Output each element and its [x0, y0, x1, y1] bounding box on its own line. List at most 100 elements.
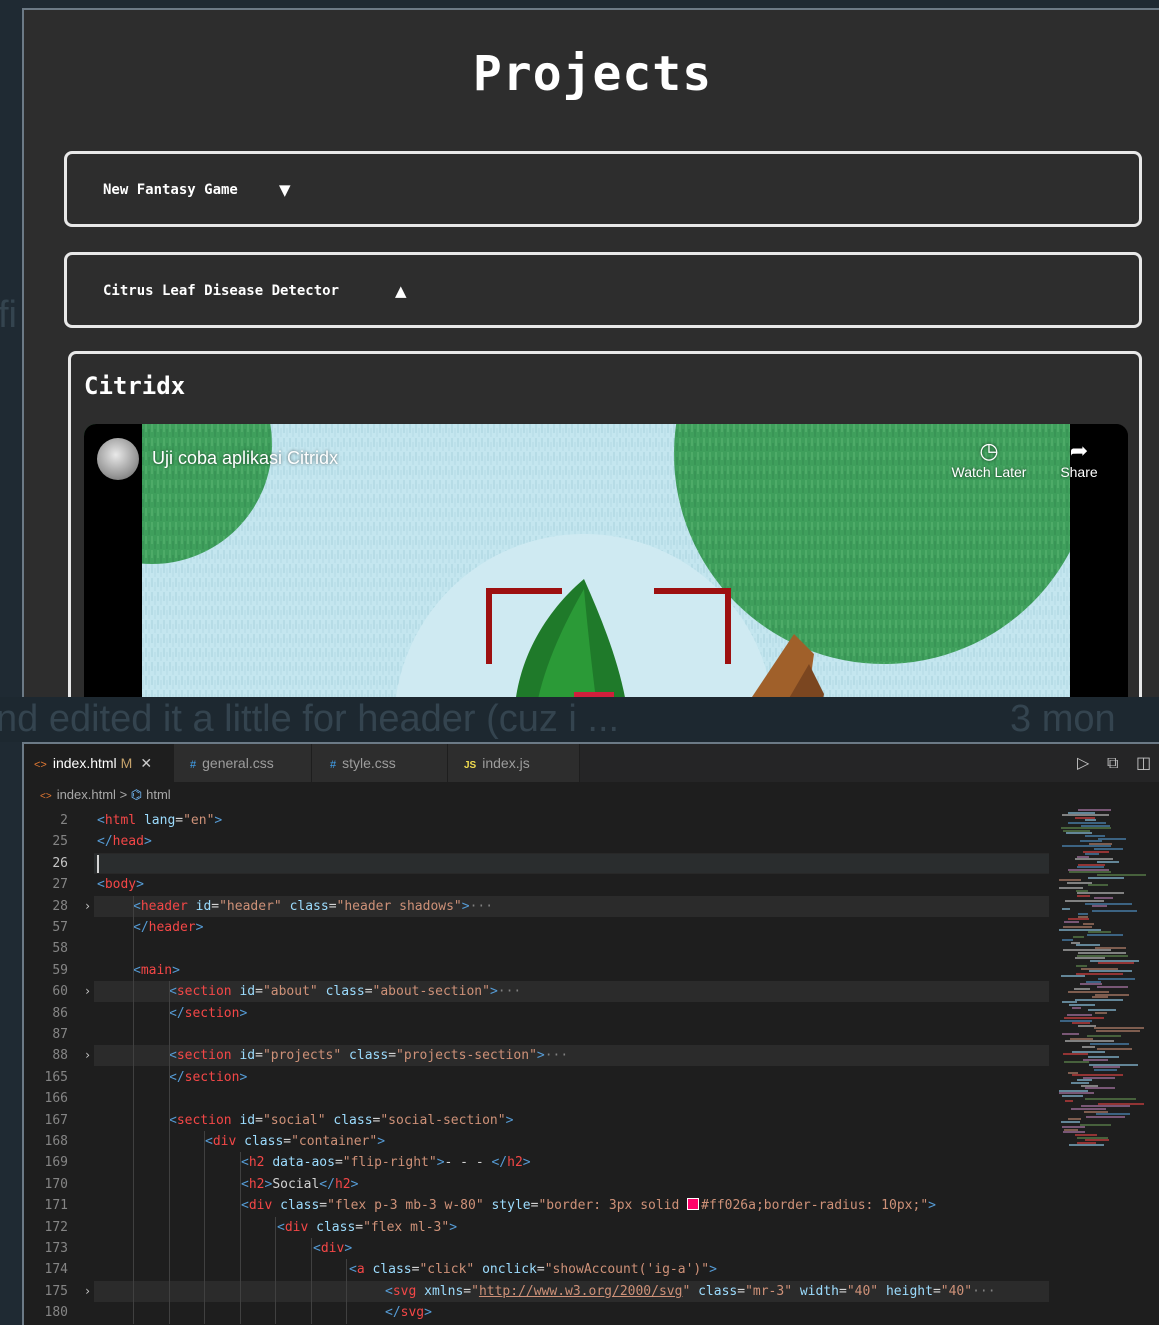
- background-text-right: 3 mon: [1010, 698, 1116, 740]
- code-editor-window: <> index.html M ✕ # general.css # style.css J…: [22, 742, 1159, 1325]
- html-icon: <>: [34, 759, 47, 771]
- editor-tab-bar: <> index.html M ✕ # general.css # style.css J…: [24, 744, 1159, 782]
- accordion-new-fantasy-game[interactable]: New Fantasy Game ▼: [64, 151, 1142, 227]
- line-number: 86: [52, 1005, 68, 1021]
- tab-general-css[interactable]: # general.css: [174, 744, 312, 782]
- tab-label: index.js: [482, 755, 530, 771]
- compare-changes-icon[interactable]: ⧉: [1107, 744, 1118, 782]
- line-number: 27: [52, 877, 68, 893]
- minimap-line: [1090, 1043, 1129, 1045]
- minimap-line: [1092, 910, 1137, 913]
- line-gutter: 172: [24, 1217, 94, 1238]
- line-number: 168: [44, 1134, 68, 1149]
- breadcrumb: <> index.html > ⌬ html: [40, 784, 171, 806]
- code-line[interactable]: <header id="header" class="header shadow…: [133, 896, 493, 917]
- channel-avatar[interactable]: [97, 438, 139, 480]
- current-line-highlight: [94, 852, 1049, 874]
- line-number: 59: [52, 962, 68, 978]
- line-number: 171: [44, 1198, 68, 1214]
- code-line[interactable]: <a class="click" onclick="showAccount('i…: [349, 1259, 717, 1280]
- minimap-line: [1062, 1095, 1083, 1097]
- code-line[interactable]: <div>: [313, 1238, 352, 1259]
- code-line[interactable]: </head>: [97, 831, 152, 852]
- project-panel: Citridx Uji coba aplikasi Citridx ◷ Watc…: [68, 351, 1142, 699]
- share-label: Share: [1060, 464, 1098, 480]
- code-area[interactable]: 2 <html lang="en"> 25 </head> 26 27 <body> 28 › <…: [24, 810, 1054, 1325]
- breadcrumb-node[interactable]: html: [146, 787, 171, 802]
- fold-chevron-icon[interactable]: ›: [85, 896, 90, 917]
- minimap-line: [1088, 884, 1108, 887]
- caret-down-icon: ▼: [279, 181, 291, 199]
- close-icon[interactable]: ✕: [140, 755, 152, 771]
- tab-index-html[interactable]: <> index.html M ✕: [24, 744, 174, 782]
- line-number: 58: [52, 941, 68, 957]
- code-line[interactable]: <svg xmlns="http://www.w3.org/2000/svg" …: [385, 1281, 996, 1302]
- minimap-line: [1098, 837, 1126, 840]
- fold-chevron-icon[interactable]: ›: [85, 1045, 90, 1066]
- indent-guide: [311, 1238, 312, 1324]
- share-arrow-icon: ➦: [1069, 438, 1089, 463]
- minimap-line: [1095, 1011, 1107, 1014]
- line-number: 165: [44, 1069, 68, 1085]
- code-line[interactable]: </section>: [169, 1003, 247, 1024]
- run-icon[interactable]: ▷: [1077, 744, 1089, 782]
- code-line[interactable]: <section id="social" class="social-secti…: [169, 1110, 513, 1131]
- minimap-line: [1064, 1061, 1089, 1064]
- minimap-line: [1098, 978, 1135, 980]
- minimap-line: [1064, 920, 1079, 923]
- video-player[interactable]: Uji coba aplikasi Citridx ◷ Watch Later …: [84, 424, 1128, 699]
- breadcrumb-file[interactable]: index.html: [57, 787, 116, 802]
- line-gutter: 58: [24, 938, 94, 959]
- line-number: 173: [44, 1241, 68, 1256]
- background-text-edge: fi: [0, 294, 17, 336]
- accordion-label: Citrus Leaf Disease Detector: [103, 283, 340, 299]
- line-gutter: 86: [24, 1003, 94, 1024]
- project-title: Citridx: [84, 372, 186, 400]
- minimap-line: [1069, 1144, 1104, 1147]
- line-number: 180: [44, 1305, 68, 1321]
- split-editor-icon[interactable]: ◫: [1136, 744, 1151, 782]
- code-line[interactable]: <main>: [133, 960, 180, 981]
- line-gutter: 169: [24, 1152, 94, 1173]
- accordion-label: New Fantasy Game: [103, 182, 238, 198]
- code-line[interactable]: <h2 data-aos="flip-right">- - - </h2>: [241, 1152, 531, 1173]
- code-line[interactable]: </svg>: [385, 1302, 432, 1323]
- line-gutter: 175 ›: [24, 1281, 94, 1302]
- code-line[interactable]: <body>: [97, 874, 144, 895]
- line-number: 174: [44, 1262, 68, 1278]
- tab-index-js[interactable]: JS index.js: [448, 744, 580, 782]
- js-icon: JS: [464, 760, 477, 771]
- line-number: 2: [60, 813, 68, 828]
- share-button[interactable]: ➦ Share: [1039, 438, 1119, 480]
- watch-later-button[interactable]: ◷ Watch Later: [944, 438, 1034, 480]
- video-title[interactable]: Uji coba aplikasi Citridx: [152, 448, 338, 469]
- code-line[interactable]: </section>: [169, 1067, 247, 1088]
- code-line[interactable]: <section id="projects" class="projects-s…: [169, 1045, 568, 1066]
- tab-style-css[interactable]: # style.css: [312, 744, 448, 782]
- minimap-line: [1062, 907, 1070, 910]
- watch-later-label: Watch Later: [951, 464, 1027, 480]
- accordion-citrus-leaf-disease-detector[interactable]: Citrus Leaf Disease Detector ▲: [64, 252, 1142, 328]
- fold-chevron-icon[interactable]: ›: [85, 981, 90, 1002]
- page-title: Projects: [472, 46, 713, 102]
- line-gutter: 28 ›: [24, 896, 94, 917]
- minimap[interactable]: [1054, 804, 1154, 1324]
- code-line[interactable]: <div class="container">: [205, 1131, 385, 1152]
- minimap-line: [1092, 905, 1107, 908]
- minimap-line: [1061, 1121, 1080, 1123]
- caret-up-icon: ▲: [395, 282, 407, 300]
- code-line[interactable]: <section id="about" class="about-section…: [169, 981, 521, 1002]
- line-number: 172: [44, 1219, 68, 1235]
- line-number: 60: [52, 984, 68, 1000]
- css-icon: #: [190, 759, 197, 771]
- code-line[interactable]: <div class="flex p-3 mb-3 w-80" style="b…: [241, 1195, 936, 1216]
- fold-chevron-icon[interactable]: ›: [85, 1281, 90, 1302]
- line-number: 87: [52, 1027, 68, 1042]
- minimap-line: [1073, 936, 1084, 939]
- breadcrumb-separator: >: [119, 787, 128, 802]
- code-line[interactable]: <div class="flex ml-3">: [277, 1217, 457, 1238]
- line-gutter: 171: [24, 1195, 94, 1216]
- code-line[interactable]: <html lang="en">: [97, 810, 222, 831]
- code-line[interactable]: </header>: [133, 917, 203, 938]
- code-line[interactable]: <h2>Social</h2>: [241, 1174, 358, 1195]
